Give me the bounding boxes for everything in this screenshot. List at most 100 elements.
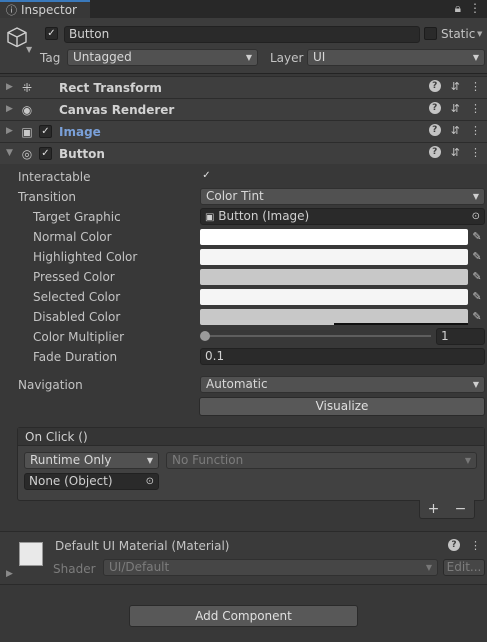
chevron-down-icon: ▼ <box>146 456 153 465</box>
eye-icon: ◉ <box>21 103 33 117</box>
active-checkbox[interactable]: ✓ <box>45 27 58 40</box>
highlighted-color-swatch[interactable] <box>200 249 468 265</box>
layer-dropdown[interactable]: UI ▼ <box>307 49 485 66</box>
enabled-checkbox[interactable]: ✓ <box>39 147 52 160</box>
foldout-arrow-icon[interactable]: ▶ <box>6 569 13 579</box>
object-picker-icon[interactable]: ⊙ <box>472 209 480 224</box>
kebab-menu-icon[interactable]: ⋮ <box>469 1 481 16</box>
image-icon: ▣ <box>205 212 215 223</box>
function-dropdown[interactable]: No Function ▼ <box>166 452 477 469</box>
material-preview[interactable] <box>19 542 43 566</box>
disabled-color-label: Disabled Color <box>33 310 121 324</box>
visualize-button[interactable]: Visualize <box>199 397 485 416</box>
enabled-checkbox[interactable]: ✓ <box>39 125 52 138</box>
foldout-arrow-icon[interactable]: ▶ <box>6 126 13 136</box>
navigation-dropdown[interactable]: Automatic ▼ <box>200 376 485 393</box>
shader-dropdown[interactable]: UI/Default ▼ <box>103 559 438 576</box>
normal-color-label: Normal Color <box>33 230 112 244</box>
pressed-color-swatch[interactable] <box>200 269 468 285</box>
foldout-arrow-icon[interactable]: ▶ <box>6 104 13 114</box>
highlighted-color-label: Highlighted Color <box>33 250 138 264</box>
color-multiplier-field[interactable]: 1 <box>436 328 485 345</box>
target-object-field[interactable]: None (Object) ⊙ <box>24 473 159 490</box>
navigation-label: Navigation <box>18 378 83 392</box>
color-multiplier-slider-handle[interactable] <box>200 331 210 341</box>
kebab-menu-icon[interactable]: ⋮ <box>470 102 481 115</box>
help-icon[interactable]: ? <box>448 539 460 551</box>
remove-listener-button[interactable]: − <box>455 501 467 517</box>
presets-icon[interactable]: ⇵ <box>451 146 460 159</box>
rect-transform-icon: ⁜ <box>21 81 33 95</box>
help-icon[interactable]: ? <box>428 146 441 158</box>
runtime-value: Runtime Only <box>30 453 112 467</box>
object-picker-icon[interactable]: ⊙ <box>146 474 154 489</box>
chevron-down-icon: ▼ <box>472 192 479 201</box>
static-checkbox[interactable] <box>424 27 437 40</box>
foldout-arrow-icon[interactable]: ▶ <box>6 82 13 92</box>
target-graphic-label: Target Graphic <box>33 210 121 224</box>
kebab-menu-icon[interactable]: ⋮ <box>470 146 481 159</box>
tag-label: Tag <box>40 51 61 65</box>
navigation-value: Automatic <box>206 377 268 391</box>
transition-value: Color Tint <box>206 189 264 203</box>
color-multiplier-label: Color Multiplier <box>33 330 125 344</box>
tab-inspector[interactable]: ⓘ Inspector <box>0 0 90 18</box>
normal-color-swatch[interactable] <box>200 229 468 245</box>
color-multiplier-slider-track[interactable] <box>203 335 431 337</box>
component-title: Button <box>59 147 105 161</box>
component-canvas-renderer[interactable]: ▶ ◉ Canvas Renderer ? ⇵ ⋮ <box>0 98 487 120</box>
runtime-dropdown[interactable]: Runtime Only ▼ <box>24 452 159 469</box>
eyedropper-icon[interactable]: ✎ <box>470 289 484 305</box>
transition-dropdown[interactable]: Color Tint ▼ <box>200 188 485 205</box>
image-icon: ▣ <box>21 125 33 139</box>
chevron-down-icon: ▼ <box>472 53 479 62</box>
eyedropper-icon[interactable]: ✎ <box>470 309 484 325</box>
gameobject-cube-icon[interactable] <box>6 26 28 48</box>
pressed-color-label: Pressed Color <box>33 270 115 284</box>
component-button[interactable]: ▼ ◎ ✓ Button ? ⇵ ⋮ <box>0 142 487 164</box>
target-graphic-value: Button (Image) <box>218 209 310 223</box>
target-graphic-field[interactable]: ▣ Button (Image) ⊙ <box>200 208 485 225</box>
eyedropper-icon[interactable]: ✎ <box>470 229 484 245</box>
presets-icon[interactable]: ⇵ <box>451 80 460 93</box>
selected-color-swatch[interactable] <box>200 289 468 305</box>
tag-dropdown[interactable]: Untagged ▼ <box>67 49 258 66</box>
component-title: Image <box>59 125 101 139</box>
help-icon[interactable]: ? <box>428 102 441 114</box>
eyedropper-icon[interactable]: ✎ <box>470 269 484 285</box>
component-rect-transform[interactable]: ▶ ⁜ Rect Transform ? ⇵ ⋮ <box>0 76 487 98</box>
transition-label: Transition <box>18 190 77 204</box>
add-listener-button[interactable]: + <box>428 501 440 517</box>
tag-value: Untagged <box>73 50 132 64</box>
component-image[interactable]: ▶ ▣ ✓ Image ? ⇵ ⋮ <box>0 120 487 142</box>
gameobject-header: ▼ ✓ Button Static ▼ Tag Untagged ▼ Layer… <box>0 18 487 74</box>
help-icon[interactable]: ? <box>428 124 441 136</box>
layer-label: Layer <box>270 51 304 65</box>
help-icon[interactable]: ? <box>428 80 441 92</box>
object-value: None (Object) <box>29 474 113 488</box>
fade-duration-field[interactable]: 0.1 <box>200 348 485 365</box>
presets-icon[interactable]: ⇵ <box>451 102 460 115</box>
static-dropdown-arrow-icon[interactable]: ▼ <box>477 30 482 38</box>
lock-icon[interactable]: 🔒︎ <box>455 1 461 16</box>
kebab-menu-icon[interactable]: ⋮ <box>470 539 481 552</box>
chevron-down-icon[interactable]: ▼ <box>26 45 32 54</box>
chevron-down-icon: ▼ <box>472 380 479 389</box>
alpha-bar <box>334 323 468 325</box>
shader-value: UI/Default <box>109 560 170 574</box>
gameobject-name-field[interactable]: Button <box>64 26 420 43</box>
chevron-down-icon: ▼ <box>425 563 432 572</box>
kebab-menu-icon[interactable]: ⋮ <box>470 80 481 93</box>
fade-duration-label: Fade Duration <box>33 350 118 364</box>
foldout-arrow-icon[interactable]: ▼ <box>6 148 13 158</box>
tab-inspector-label: Inspector <box>21 3 77 17</box>
kebab-menu-icon[interactable]: ⋮ <box>470 124 481 137</box>
function-value: No Function <box>172 453 244 467</box>
add-component-button[interactable]: Add Component <box>129 605 358 627</box>
interactable-checkbox[interactable]: ✓ <box>200 169 213 182</box>
component-title: Rect Transform <box>59 81 162 95</box>
layer-value: UI <box>313 50 326 64</box>
presets-icon[interactable]: ⇵ <box>451 124 460 137</box>
edit-shader-button[interactable]: Edit... <box>443 559 485 576</box>
eyedropper-icon[interactable]: ✎ <box>470 249 484 265</box>
